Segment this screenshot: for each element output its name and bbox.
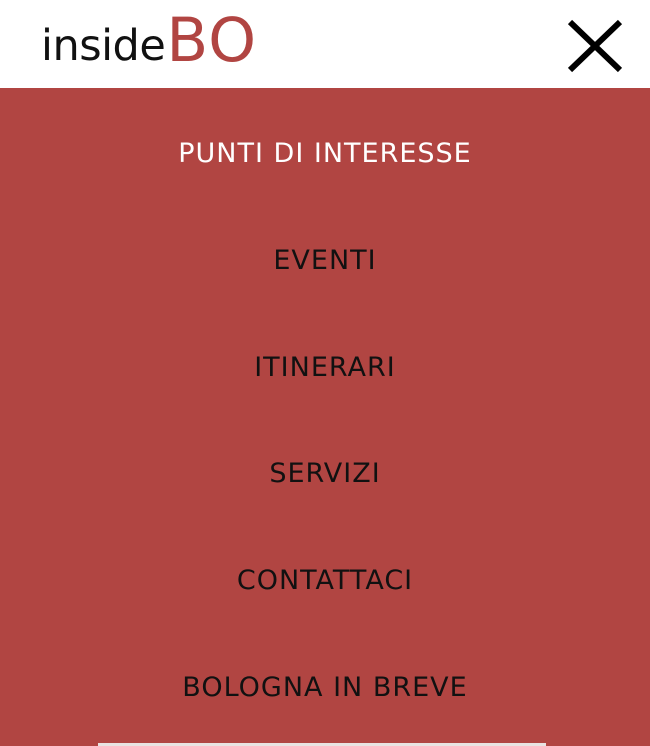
menu-item-eventi[interactable]: EVENTI	[0, 230, 650, 290]
menu-item-contattaci[interactable]: CONTATTACI	[0, 550, 650, 610]
close-icon	[567, 19, 623, 73]
logo-text-inside: inside	[41, 21, 166, 71]
menu-item-servizi[interactable]: SERVIZI	[0, 443, 650, 503]
site-header: inside BO	[0, 0, 650, 88]
insidebo-logo[interactable]: inside BO	[41, 5, 258, 76]
main-menu: PUNTI DI INTERESSE EVENTI ITINERARI SERV…	[0, 88, 650, 746]
logo-text-bo: BO	[166, 5, 258, 76]
menu-item-punti-di-interesse[interactable]: PUNTI DI INTERESSE	[0, 123, 650, 183]
menu-item-bologna-in-breve[interactable]: BOLOGNA IN BREVE	[0, 657, 650, 717]
menu-item-itinerari[interactable]: ITINERARI	[0, 337, 650, 397]
close-menu-button[interactable]	[566, 18, 624, 74]
